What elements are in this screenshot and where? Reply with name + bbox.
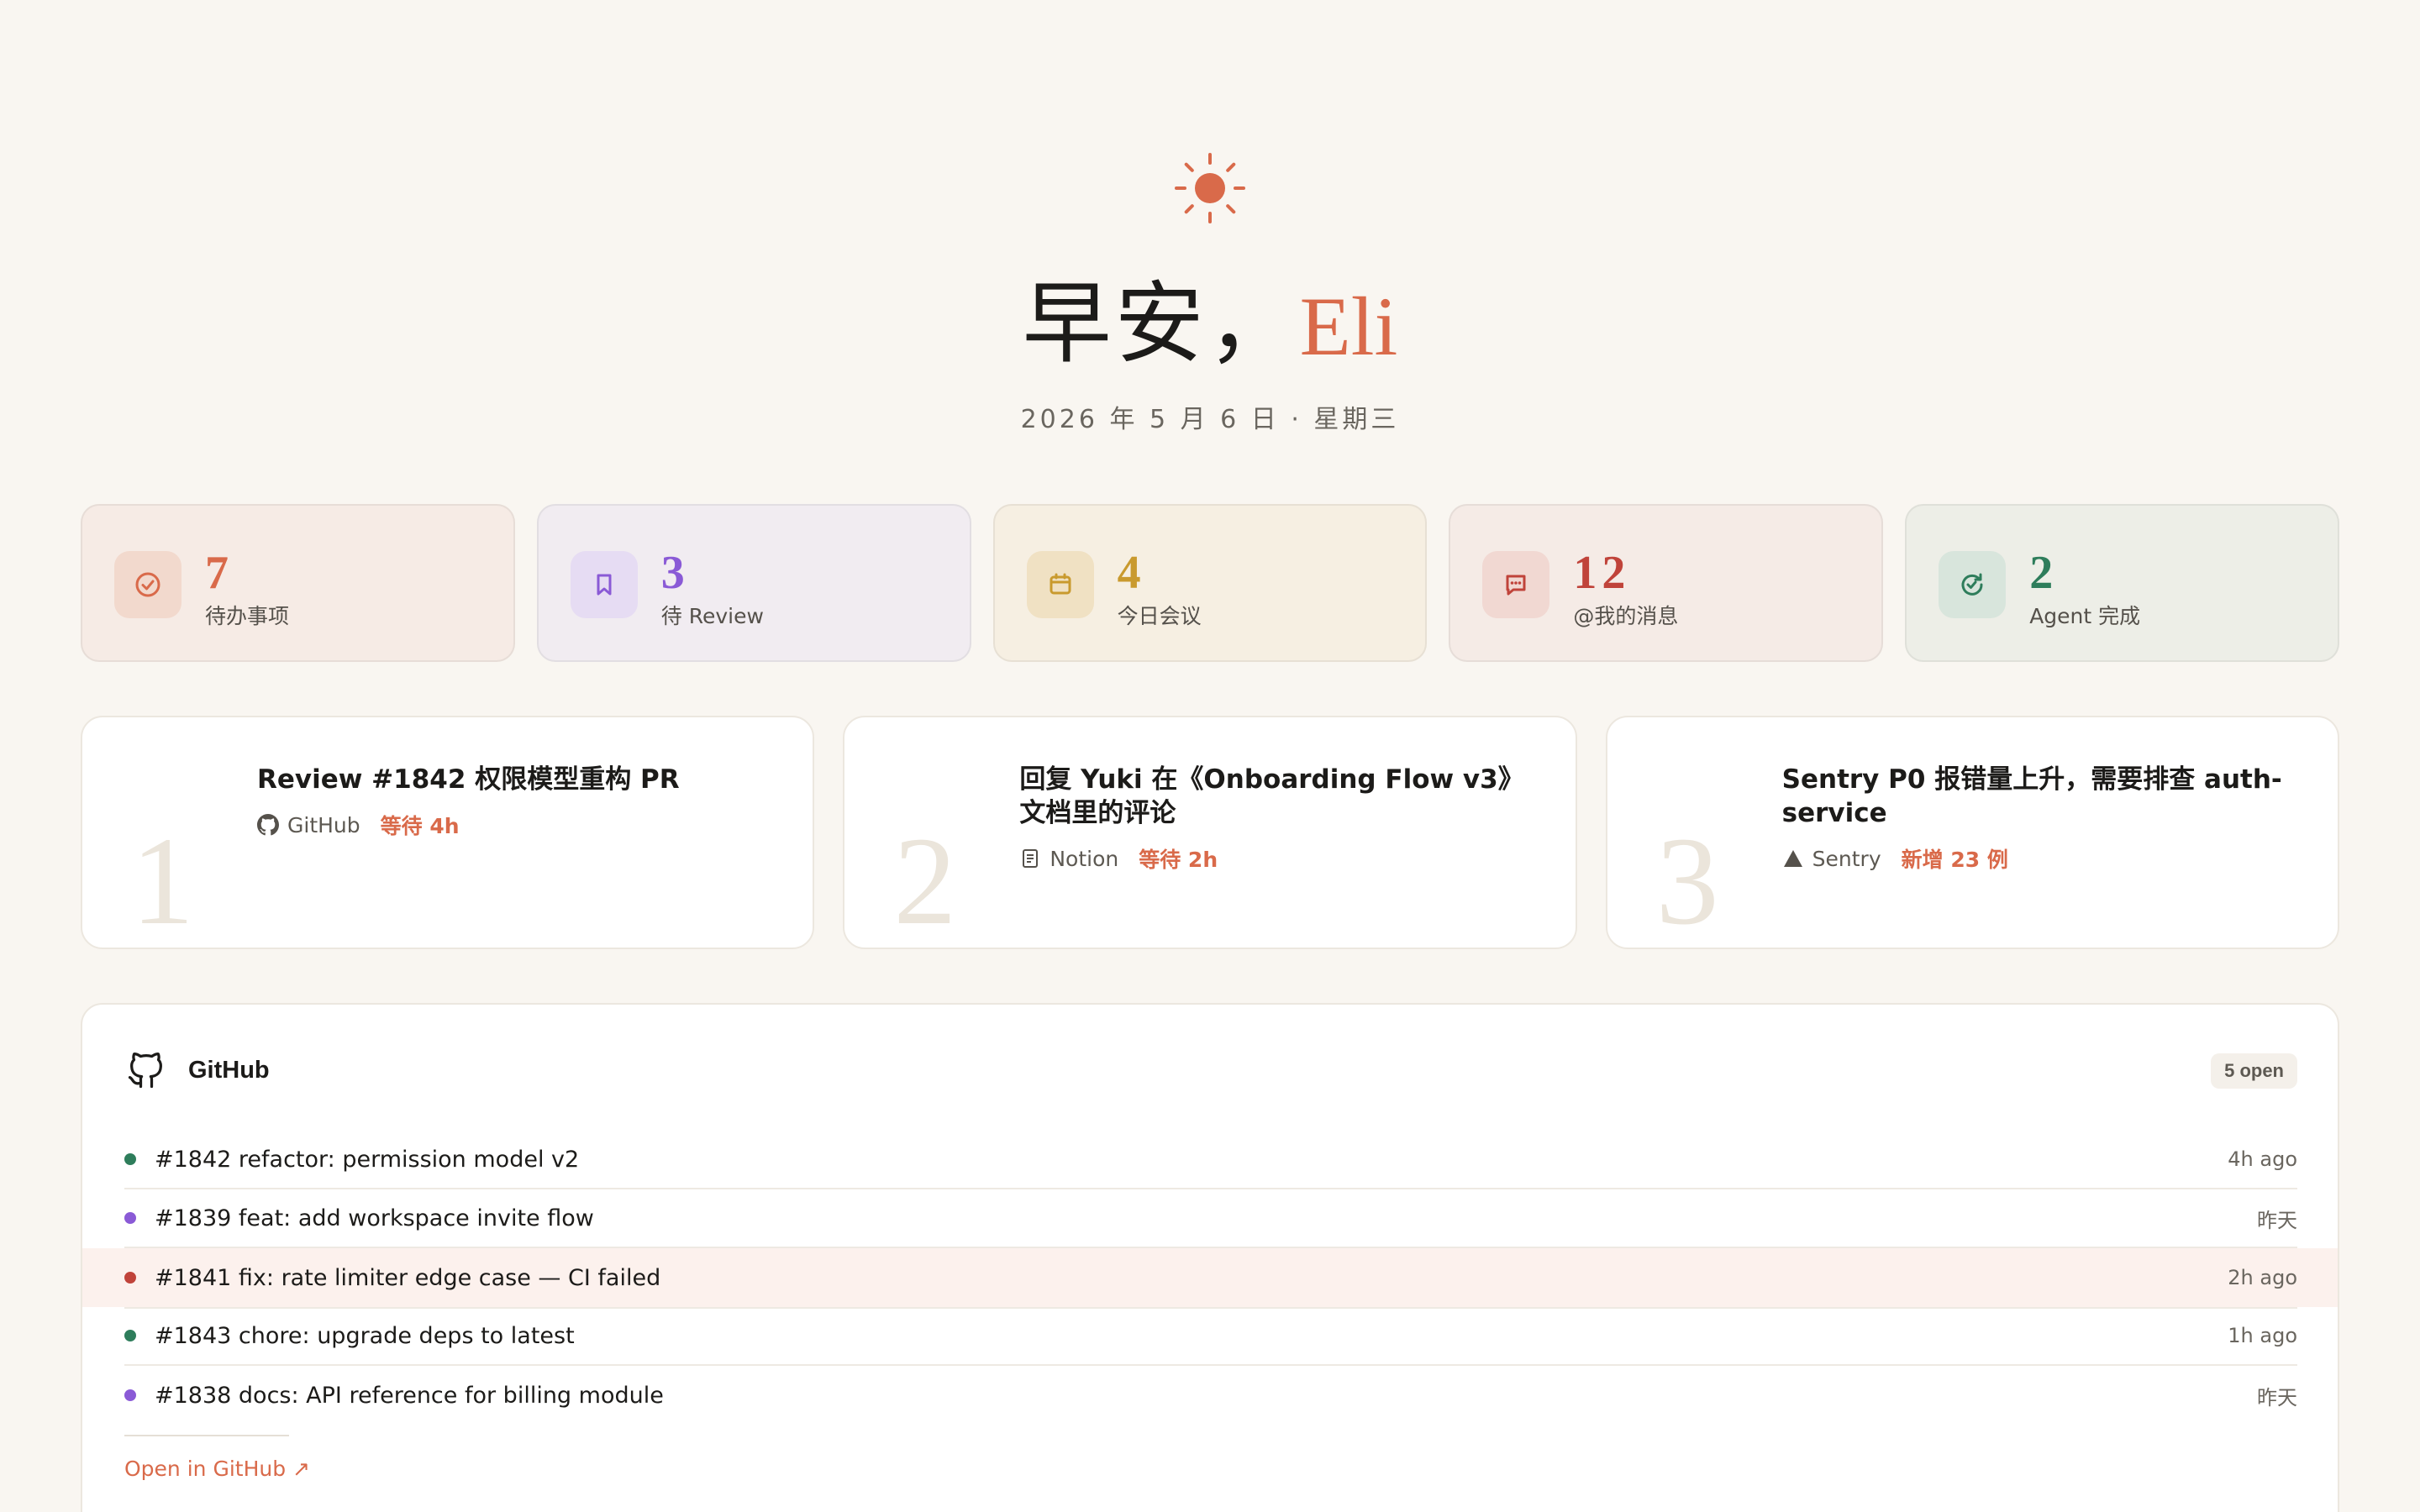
priority-meta: GitHub 等待 4h — [257, 810, 460, 840]
priority-tag: 等待 4h — [380, 814, 460, 838]
status-dot — [124, 1153, 136, 1165]
status-dot — [124, 1389, 136, 1401]
priority-card-3[interactable]: 3 Sentry P0 报错量上升，需要排查 auth-service Sent… — [1605, 716, 2339, 949]
priority-rank: 1 — [131, 811, 194, 949]
github-icon — [128, 1053, 162, 1089]
stat-label: @我的消息 — [1573, 604, 1679, 628]
pr-time: 昨天 — [2257, 1385, 2297, 1410]
date-line: 2026 年 5 月 6 日 · 星期三 — [1020, 405, 1400, 434]
sun-icon — [1175, 153, 1245, 223]
priority-row: 1 Review #1842 权限模型重构 PR GitHub 等待 4h 2 … — [81, 716, 2339, 949]
stat-value: 12 — [1573, 547, 1631, 599]
priority-meta: Sentry 新增 23 例 — [1782, 843, 2008, 874]
pr-row[interactable]: #1842 refactor: permission model v2 4h a… — [124, 1131, 2297, 1189]
status-dot — [124, 1212, 136, 1224]
stat-card-todos[interactable]: 7 待办事项 — [81, 504, 515, 662]
stats-row: 7 待办事项 3 待 Review 4 今日会议 12 @我的消息 2 Agen… — [81, 504, 2339, 662]
github-panel: GitHub 5 open #1842 refactor: permission… — [81, 1003, 2339, 1512]
sentry-triangle-icon — [1783, 850, 1802, 867]
stat-value: 3 — [660, 547, 690, 599]
priority-meta: Notion 等待 2h — [1019, 843, 1218, 874]
stat-label: Agent 完成 — [2029, 604, 2141, 628]
calendar-icon — [1026, 551, 1094, 618]
priority-source: GitHub — [287, 812, 360, 837]
pr-time: 4h ago — [2228, 1147, 2297, 1171]
priority-card-2[interactable]: 2 回复 Yuki 在《Onboarding Flow v3》文档里的评论 No… — [843, 716, 1577, 949]
stat-value: 7 — [205, 547, 234, 599]
greeting-heading: 早安，Eli — [0, 270, 2420, 381]
message-icon — [1482, 551, 1550, 618]
stat-value: 4 — [1117, 547, 1146, 599]
status-dot — [124, 1330, 136, 1341]
pr-time: 1h ago — [2228, 1324, 2297, 1347]
pr-list: #1842 refactor: permission model v2 4h a… — [82, 1131, 2338, 1425]
priority-title: 回复 Yuki 在《Onboarding Flow v3》文档里的评论 — [1019, 764, 1524, 828]
pr-row[interactable]: #1839 feat: add workspace invite flow 昨天 — [124, 1189, 2297, 1248]
pr-title: #1843 chore: upgrade deps to latest — [155, 1322, 575, 1349]
open-in-github-link[interactable]: Open in GitHub ↗ — [124, 1457, 310, 1481]
stat-label: 今日会议 — [1117, 604, 1202, 628]
priority-rank: 3 — [1655, 811, 1719, 949]
pr-title: #1841 fix: rate limiter edge case — CI f… — [155, 1264, 661, 1291]
stat-label: 待办事项 — [205, 604, 290, 628]
pr-row-failed[interactable]: #1841 fix: rate limiter edge case — CI f… — [82, 1248, 2338, 1309]
bookmark-icon — [570, 551, 638, 618]
github-panel-title: GitHub — [188, 1056, 270, 1084]
priority-title: Sentry P0 报错量上升，需要排查 auth-service — [1781, 764, 2282, 828]
stat-card-mentions[interactable]: 12 @我的消息 — [1449, 504, 1884, 662]
pr-row[interactable]: #1843 chore: upgrade deps to latest 1h a… — [124, 1307, 2297, 1366]
pr-time: 2h ago — [2228, 1266, 2297, 1289]
stat-card-meetings[interactable]: 4 今日会议 — [992, 504, 1428, 662]
open-count-badge: 5 open — [2211, 1053, 2297, 1089]
greeting-name: Eli — [1299, 280, 1398, 373]
pr-title: #1838 docs: API reference for billing mo… — [155, 1382, 664, 1409]
status-dot — [124, 1272, 136, 1284]
pr-time: 昨天 — [2257, 1208, 2297, 1232]
priority-title: Review #1842 权限模型重构 PR — [257, 764, 680, 795]
stat-card-agent[interactable]: 2 Agent 完成 — [1905, 504, 2339, 662]
priority-tag: 等待 2h — [1139, 848, 1218, 872]
dashboard: 早安，Eli 2026 年 5 月 6 日 · 星期三 7 待办事项 3 待 R… — [0, 0, 2420, 1512]
github-panel-header: GitHub — [124, 1047, 270, 1094]
priority-card-1[interactable]: 1 Review #1842 权限模型重构 PR GitHub 等待 4h — [81, 716, 815, 949]
priority-source: Sentry — [1812, 846, 1881, 871]
priority-rank: 2 — [893, 811, 957, 949]
pr-row[interactable]: #1838 docs: API reference for billing mo… — [124, 1366, 2297, 1425]
pr-title: #1842 refactor: permission model v2 — [155, 1146, 580, 1173]
greeting-hello: 早安， — [1022, 272, 1300, 375]
document-icon — [1023, 849, 1039, 868]
check-circle-icon — [114, 551, 182, 618]
stat-card-review[interactable]: 3 待 Review — [536, 504, 971, 662]
stat-label: 待 Review — [660, 604, 764, 628]
pr-title: #1839 feat: add workspace invite flow — [155, 1205, 594, 1231]
refresh-check-icon — [1939, 551, 2007, 618]
priority-source: Notion — [1050, 846, 1119, 871]
priority-tag: 新增 23 例 — [1901, 848, 2008, 872]
divider — [124, 1435, 289, 1436]
stat-value: 2 — [2029, 547, 2059, 599]
github-icon — [257, 814, 279, 836]
